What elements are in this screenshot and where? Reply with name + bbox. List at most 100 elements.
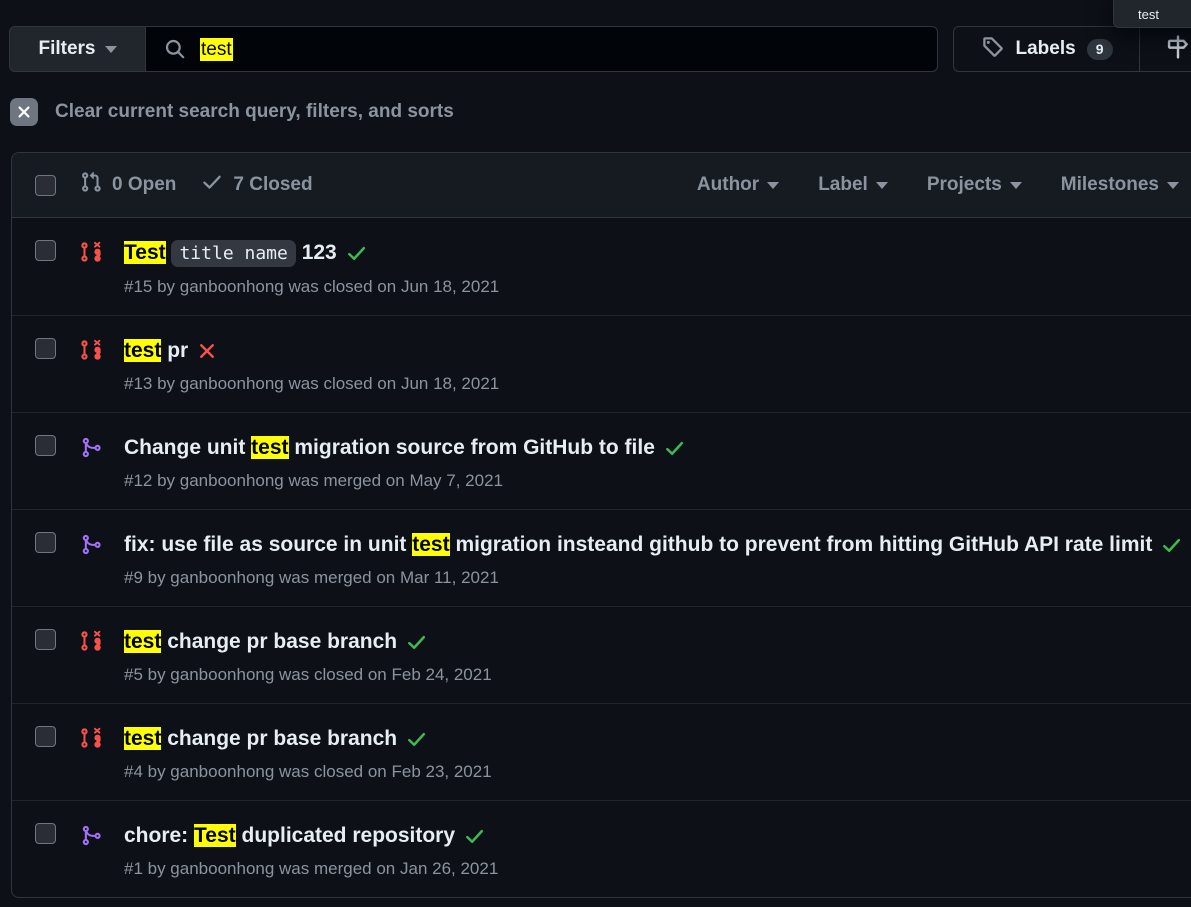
row-body: test change pr base branch #4 by ganboonh…	[124, 726, 1189, 782]
pull-request-row[interactable]: Test title name 123 #15 by ganboonhong wa…	[12, 218, 1191, 316]
check-icon	[406, 632, 427, 653]
check-icon	[464, 826, 485, 847]
pull-request-title-link[interactable]: Test title name 123	[124, 240, 337, 267]
label-dropdown-label: Label	[818, 174, 868, 196]
row-body: Change unit test migration source from G…	[124, 435, 1189, 491]
labels-count-badge: 9	[1087, 39, 1113, 60]
pull-request-row[interactable]: test pr#13 by ganboonhong was closed on …	[12, 316, 1191, 413]
milestones-button[interactable]	[1139, 26, 1191, 72]
title-text: chore:	[124, 824, 188, 847]
title-search-highlight: Test	[194, 824, 236, 847]
search-query-highlight: test	[200, 38, 233, 61]
row-body: test change pr base branch#5 by ganboonh…	[124, 629, 1189, 685]
search-icon	[164, 38, 186, 60]
row-checkbox[interactable]	[35, 823, 56, 844]
check-icon	[1161, 535, 1182, 556]
chevron-down-icon	[105, 46, 117, 53]
close-icon[interactable]	[10, 98, 38, 126]
title-search-highlight: test	[124, 630, 161, 653]
search-autocomplete-panel[interactable]: test	[1113, 0, 1191, 28]
check-icon	[406, 729, 427, 750]
title-text: migration insteand github to prevent fro…	[455, 533, 1152, 556]
title-text: fix: use file as source in unit	[124, 533, 406, 556]
row-title-line: fix: use file as source in unit test mig…	[124, 532, 1189, 558]
pull-request-title-link[interactable]: test pr	[124, 338, 188, 364]
projects-dropdown-label: Projects	[927, 174, 1002, 196]
pull-request-meta: #9 by ganboonhong was merged on Mar 11, …	[124, 568, 1189, 588]
labels-button[interactable]: Labels 9	[953, 26, 1139, 72]
title-text: change pr base branch	[167, 727, 397, 750]
row-checkbox[interactable]	[35, 240, 56, 261]
row-body: Test title name 123 #15 by ganboonhong wa…	[124, 240, 1189, 297]
filter-closed-pull-requests[interactable]: 7 Closed	[201, 171, 312, 199]
pull-request-row[interactable]: chore: Test duplicated repository #1 by g…	[12, 801, 1191, 897]
git-merge-icon	[80, 436, 102, 459]
pull-request-rows: Test title name 123 #15 by ganboonhong wa…	[12, 218, 1191, 897]
filter-open-pull-requests[interactable]: 0 Open	[80, 171, 176, 199]
check-icon	[201, 171, 223, 199]
pull-request-list: 0 Open 7 Closed Author Label Pr	[11, 152, 1191, 898]
labels-button-label: Labels	[1016, 38, 1076, 60]
search-input[interactable]: test	[145, 26, 938, 72]
pull-request-closed-icon	[80, 630, 102, 652]
tag-icon	[981, 35, 1005, 64]
milestones-dropdown[interactable]: Milestones	[1061, 174, 1179, 196]
title-text: 123	[302, 241, 337, 264]
row-body: chore: Test duplicated repository #1 by g…	[124, 823, 1189, 879]
autocomplete-item[interactable]: test	[1138, 7, 1159, 23]
pull-request-title-link[interactable]: fix: use file as source in unit test mig…	[124, 532, 1152, 558]
pull-request-title-link[interactable]: test change pr base branch	[124, 629, 397, 655]
chevron-down-icon	[767, 182, 779, 189]
git-merge-icon	[80, 824, 102, 847]
pull-request-meta: #15 by ganboonhong was closed on Jun 18,…	[124, 277, 1189, 297]
row-checkbox[interactable]	[35, 532, 56, 553]
author-dropdown-label: Author	[697, 174, 759, 196]
search-input-value: test	[200, 40, 233, 59]
x-icon	[197, 341, 217, 361]
pull-request-row[interactable]: test change pr base branch #4 by ganboonh…	[12, 704, 1191, 801]
chevron-down-icon	[876, 182, 888, 189]
pull-request-row[interactable]: fix: use file as source in unit test mig…	[12, 510, 1191, 607]
clear-search-button[interactable]: Clear current search query, filters, and…	[10, 98, 454, 126]
pull-request-row[interactable]: test change pr base branch#5 by ganboonh…	[12, 607, 1191, 704]
pull-request-meta: #12 by ganboonhong was merged on May 7, …	[124, 471, 1189, 491]
list-header-dropdowns: Author Label Projects Milestones	[697, 174, 1189, 196]
select-all-checkbox[interactable]	[35, 175, 56, 196]
list-header: 0 Open 7 Closed Author Label Pr	[12, 153, 1191, 218]
author-dropdown[interactable]: Author	[697, 174, 779, 196]
row-checkbox[interactable]	[35, 726, 56, 747]
title-search-highlight: Test	[124, 241, 166, 264]
row-title-line: Test title name 123	[124, 240, 1189, 267]
pull-request-meta: #4 by ganboonhong was closed on Feb 23, …	[124, 762, 1189, 782]
row-checkbox[interactable]	[35, 629, 56, 650]
row-body: test pr#13 by ganboonhong was closed on …	[124, 338, 1189, 394]
pull-request-meta: #1 by ganboonhong was merged on Jan 26, …	[124, 859, 1189, 879]
chevron-down-icon	[1010, 182, 1022, 189]
row-title-line: test change pr base branch	[124, 726, 1189, 752]
pull-request-row[interactable]: Change unit test migration source from G…	[12, 413, 1191, 510]
pull-request-title-link[interactable]: test change pr base branch	[124, 726, 397, 752]
projects-dropdown[interactable]: Projects	[927, 174, 1022, 196]
labels-milestones-group: Labels 9	[953, 26, 1191, 72]
chevron-down-icon	[1167, 182, 1179, 189]
row-body: fix: use file as source in unit test mig…	[124, 532, 1189, 588]
row-checkbox[interactable]	[35, 338, 56, 359]
git-merge-icon	[80, 533, 102, 556]
pull-request-title-link[interactable]: Change unit test migration source from G…	[124, 435, 655, 461]
pull-request-closed-icon	[80, 727, 102, 749]
title-text: pr	[167, 339, 188, 362]
row-title-line: chore: Test duplicated repository	[124, 823, 1189, 849]
row-checkbox[interactable]	[35, 435, 56, 456]
pull-request-title-link[interactable]: chore: Test duplicated repository	[124, 823, 455, 849]
state-filters: 0 Open 7 Closed	[80, 171, 313, 199]
filter-open-label: 0 Open	[112, 174, 176, 196]
pull-request-closed-icon	[80, 339, 102, 361]
row-title-line: Change unit test migration source from G…	[124, 435, 1189, 461]
filters-button[interactable]: Filters	[9, 26, 145, 72]
milestones-dropdown-label: Milestones	[1061, 174, 1159, 196]
search-toolbar: Filters test	[9, 26, 938, 72]
filter-closed-label: 7 Closed	[233, 174, 312, 196]
title-code-chip: title name	[171, 240, 295, 267]
title-search-highlight: test	[124, 339, 161, 362]
label-dropdown[interactable]: Label	[818, 174, 888, 196]
